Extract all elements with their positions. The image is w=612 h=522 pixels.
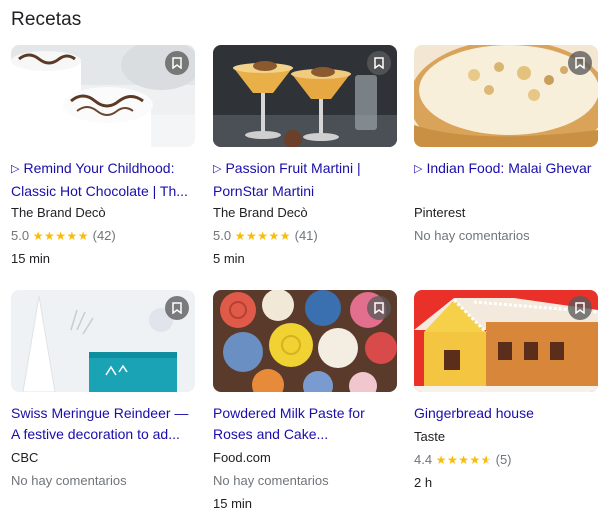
recipe-card-hot-chocolate[interactable]: ▷ Remind Your Childhood: Classic Hot Choc… (11, 45, 195, 268)
recipe-title[interactable]: ▷ Remind Your Childhood: Classic Hot Choc… (11, 158, 195, 200)
rating-stars: ★★★★★ (436, 451, 492, 469)
recipe-title[interactable]: Swiss Meringue Reindeer — A festive deco… (11, 403, 195, 445)
recipe-thumbnail[interactable] (213, 290, 397, 392)
recipe-no-reviews: No hay comentarios (414, 228, 530, 243)
recipe-card-gingerbread-house[interactable]: Gingerbread house Taste 4.4 ★★★★★ (5) 2 … (414, 290, 598, 492)
bookmark-button[interactable] (165, 51, 189, 75)
recipe-no-reviews: No hay comentarios (11, 473, 127, 488)
recipe-rating: 5.0 ★★★★★ (42) (11, 228, 116, 243)
bookmark-icon (172, 302, 182, 314)
bookmark-button[interactable] (165, 296, 189, 320)
bookmark-button[interactable] (367, 51, 391, 75)
bookmark-button[interactable] (568, 51, 592, 75)
recipe-source: Food.com (213, 450, 271, 465)
recipe-card-malai-ghevar[interactable]: ▷ Indian Food: Malai Ghevar Pinterest No … (414, 45, 598, 245)
recipe-card-swiss-meringue-reindeer[interactable]: Swiss Meringue Reindeer — A festive deco… (11, 290, 195, 490)
recipe-title[interactable]: ▷ Indian Food: Malai Ghevar (414, 158, 598, 200)
recipe-thumbnail[interactable] (414, 290, 598, 392)
video-play-icon: ▷ (11, 163, 20, 175)
bookmark-button[interactable] (568, 296, 592, 320)
rating-stars: ★★★★★ (32, 229, 89, 243)
recipe-time: 15 min (11, 251, 51, 266)
recipe-thumbnail[interactable] (213, 45, 397, 147)
recipe-source: The Brand Decò (213, 205, 308, 220)
bookmark-icon (374, 302, 384, 314)
recipe-title[interactable]: Powdered Milk Paste for Roses and Cake..… (213, 403, 397, 445)
recipe-source: Pinterest (414, 205, 466, 220)
recipe-rating: 4.4 ★★★★★ (5) (414, 451, 598, 469)
recipe-source: Taste (414, 429, 446, 444)
recipe-title[interactable]: ▷ Passion Fruit Martini | PornStar Martin… (213, 158, 397, 200)
bookmark-icon (172, 57, 182, 69)
recipe-thumbnail[interactable] (11, 290, 195, 392)
recipe-title[interactable]: Gingerbread house (414, 403, 598, 424)
section-title: Recetas (11, 9, 82, 30)
recipe-rating: 5.0 ★★★★★ (41) (213, 228, 318, 243)
recipe-time: 15 min (213, 496, 253, 511)
bookmark-icon (575, 302, 585, 314)
recipe-thumbnail[interactable] (11, 45, 195, 147)
bookmark-icon (575, 57, 585, 69)
recipe-source: CBC (11, 450, 39, 465)
recipe-time: 2 h (414, 475, 433, 490)
rating-stars: ★★★★★ (234, 229, 291, 243)
recipe-card-powdered-milk-paste[interactable]: Powdered Milk Paste for Roses and Cake..… (213, 290, 397, 513)
bookmark-button[interactable] (367, 296, 391, 320)
recipe-no-reviews: No hay comentarios (213, 473, 329, 488)
bookmark-icon (374, 57, 384, 69)
recipe-source: The Brand Decò (11, 205, 106, 220)
video-play-icon: ▷ (213, 163, 222, 175)
video-play-icon: ▷ (414, 163, 423, 175)
recipe-time: 5 min (213, 251, 245, 266)
recipe-thumbnail[interactable] (414, 45, 598, 147)
recipe-card-passion-fruit-martini[interactable]: ▷ Passion Fruit Martini | PornStar Martin… (213, 45, 397, 268)
